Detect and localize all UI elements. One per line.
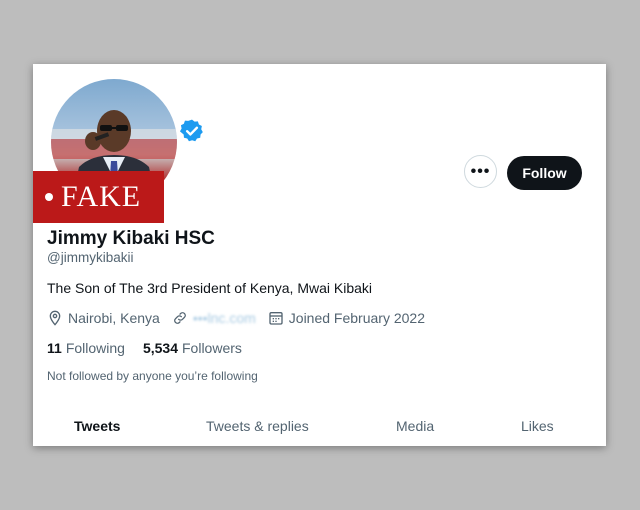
fake-label-text: FAKE bbox=[61, 180, 142, 213]
website[interactable]: •••lnc.com bbox=[172, 310, 256, 326]
followers-count: 5,534 bbox=[142, 340, 178, 356]
join-date: Joined February 2022 bbox=[268, 310, 425, 326]
more-options-button[interactable]: ••• bbox=[464, 155, 497, 188]
profile-tabs: Tweets Tweets & replies Media Likes bbox=[33, 410, 606, 440]
location-text: Nairobi, Kenya bbox=[68, 310, 160, 326]
following-link[interactable]: 11 Following bbox=[47, 340, 125, 356]
followers-link[interactable]: 5,534 Followers bbox=[143, 340, 242, 356]
tab-tweets[interactable]: Tweets bbox=[74, 418, 120, 434]
profile-card: FAKE ••• Follow Jimmy Kibaki HSC @jimmyk… bbox=[33, 64, 606, 446]
user-handle: @jimmykibakii bbox=[47, 250, 134, 265]
tab-likes[interactable]: Likes bbox=[521, 418, 554, 434]
location: Nairobi, Kenya bbox=[47, 310, 160, 326]
following-count: 11 bbox=[47, 340, 62, 356]
follow-stats: 11 Following 5,534 Followers bbox=[47, 340, 260, 356]
followers-label: Followers bbox=[182, 340, 242, 356]
bullet-icon bbox=[45, 193, 53, 201]
verified-badge-icon bbox=[179, 119, 203, 142]
calendar-icon bbox=[269, 312, 283, 325]
bio-text: The Son of The 3rd President of Kenya, M… bbox=[47, 280, 373, 296]
link-icon bbox=[173, 312, 186, 324]
location-pin-icon bbox=[49, 310, 61, 326]
display-name: Jimmy Kibaki HSC bbox=[47, 228, 215, 249]
more-icon: ••• bbox=[470, 162, 491, 180]
tab-tweets-replies[interactable]: Tweets & replies bbox=[206, 418, 309, 434]
not-followed-note: Not followed by anyone you’re following bbox=[47, 369, 258, 383]
tab-media[interactable]: Media bbox=[396, 418, 434, 434]
following-label: Following bbox=[65, 340, 125, 356]
fake-label-banner: FAKE bbox=[33, 171, 164, 223]
join-date-text: Joined February 2022 bbox=[288, 310, 425, 326]
profile-meta: Nairobi, Kenya •••lnc.com Joined Februar… bbox=[47, 310, 437, 326]
follow-button[interactable]: Follow bbox=[507, 156, 582, 190]
website-link[interactable]: •••lnc.com bbox=[193, 310, 256, 326]
